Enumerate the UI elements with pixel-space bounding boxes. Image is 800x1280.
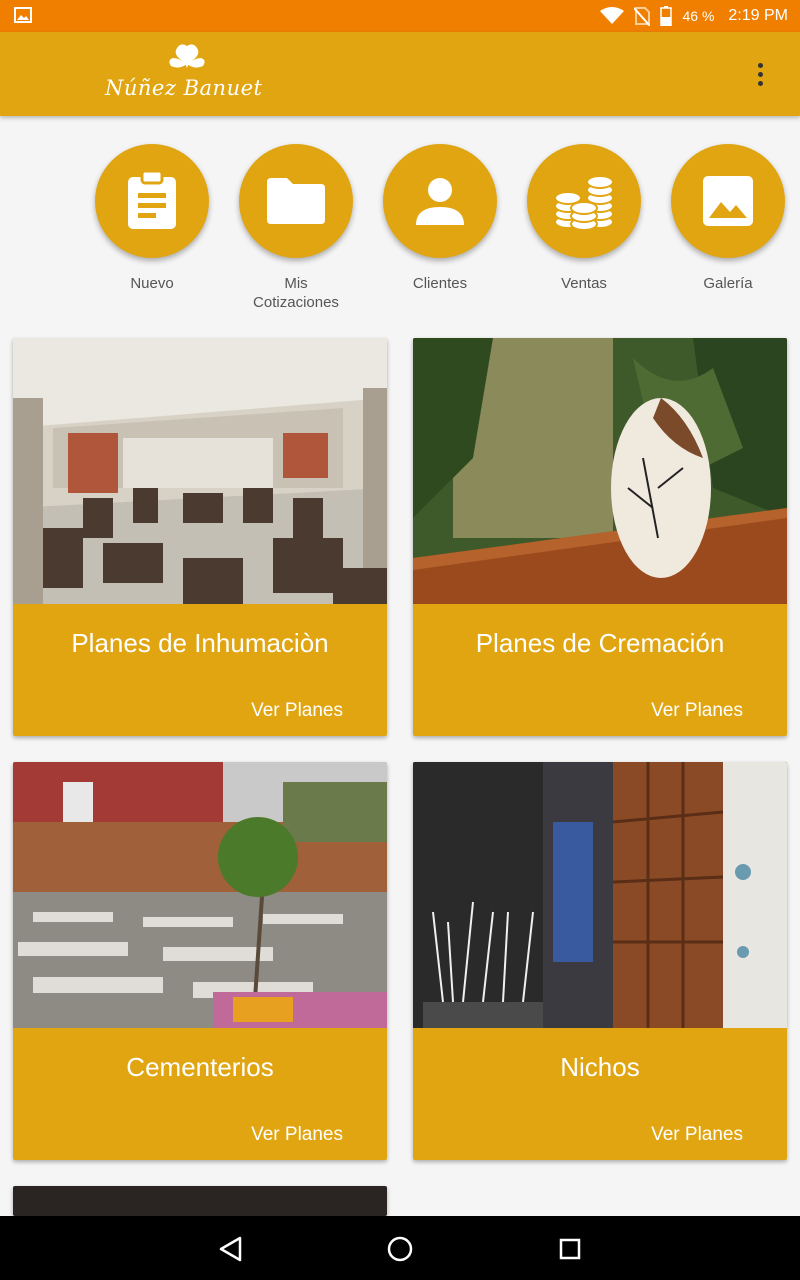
card-partial[interactable] <box>13 1186 387 1216</box>
app-bar: Núñez Banuet <box>0 32 800 116</box>
quick-action-ventas[interactable]: Ventas <box>519 144 649 293</box>
back-icon[interactable] <box>218 1236 244 1262</box>
card-photo <box>413 338 787 604</box>
no-sim-icon <box>634 7 651 26</box>
folder-icon[interactable] <box>239 144 353 258</box>
battery-icon <box>660 6 673 26</box>
status-bar: 46 % 2:19 PM <box>0 0 800 32</box>
ver-planes-button[interactable]: Ver Planes <box>651 1124 743 1146</box>
brand-logo[interactable]: Núñez Banuet <box>105 42 275 110</box>
card-photo <box>13 762 387 1028</box>
quick-action-label: Clientes <box>412 275 468 292</box>
system-nav-bar <box>0 1216 800 1280</box>
quick-action-nuevo[interactable]: Nuevo <box>87 144 217 293</box>
quick-action-label: Nuevo <box>130 275 174 292</box>
card-nichos[interactable]: Nichos Ver Planes <box>413 762 787 1160</box>
card-title: Planes de Cremación <box>475 628 725 658</box>
image-notification-icon <box>14 7 32 23</box>
card-title: Planes de Inhumaciòn <box>71 628 329 658</box>
quick-action-cotizaciones[interactable]: Mis Cotizaciones <box>231 144 361 312</box>
home-icon[interactable] <box>387 1236 413 1262</box>
wifi-icon <box>600 7 625 24</box>
ver-planes-button[interactable]: Ver Planes <box>251 1124 343 1146</box>
quick-action-label: Ventas <box>561 275 607 292</box>
logo-text: Núñez Banuet <box>105 76 263 100</box>
card-photo <box>13 338 387 604</box>
more-vert-icon[interactable] <box>744 54 776 94</box>
ver-planes-button[interactable]: Ver Planes <box>251 700 343 722</box>
recents-icon[interactable] <box>559 1238 581 1260</box>
card-title: Cementerios <box>126 1052 274 1082</box>
clock: 2:19 PM <box>728 7 788 24</box>
coins-icon[interactable] <box>527 144 641 258</box>
clipboard-icon[interactable] <box>95 144 209 258</box>
card-photo <box>413 762 787 1028</box>
person-icon[interactable] <box>383 144 497 258</box>
card-planes-cremacion[interactable]: Planes de Cremación Ver Planes <box>413 338 787 736</box>
card-cementerios[interactable]: Cementerios Ver Planes <box>13 762 387 1160</box>
card-planes-inhumacion[interactable]: Planes de Inhumaciòn Ver Planes <box>13 338 387 736</box>
battery-percent: 46 % <box>682 8 715 24</box>
image-icon[interactable] <box>671 144 785 258</box>
ver-planes-button[interactable]: Ver Planes <box>651 700 743 722</box>
quick-action-label: Mis Cotizaciones <box>253 275 339 311</box>
quick-action-clientes[interactable]: Clientes <box>375 144 505 293</box>
quick-action-galeria[interactable]: Galería <box>663 144 793 293</box>
quick-action-label: Galería <box>703 275 753 292</box>
card-title: Nichos <box>560 1052 640 1082</box>
quick-actions: Nuevo Mis Cotizaciones Clientes Ventas G… <box>0 144 800 324</box>
